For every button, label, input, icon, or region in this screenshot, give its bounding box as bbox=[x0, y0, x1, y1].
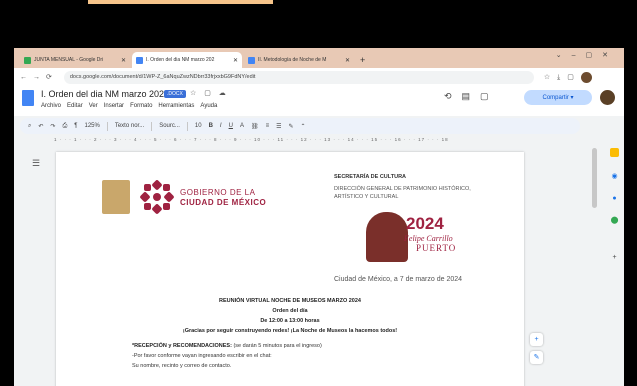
doc-title[interactable]: I. Orden del dia NM marzo 2024 bbox=[41, 89, 169, 99]
menu-formato[interactable]: Formato bbox=[130, 103, 152, 109]
suggest-edit-icon[interactable]: ✎ bbox=[530, 351, 543, 364]
underline-icon[interactable]: U bbox=[229, 123, 233, 129]
window-controls[interactable]: ⌄–▢✕ bbox=[556, 51, 618, 59]
docs-logo-icon[interactable] bbox=[22, 90, 34, 106]
browser-actions[interactable]: ☆⤓▢ bbox=[544, 73, 581, 82]
search-icon[interactable]: ⌕ bbox=[28, 123, 31, 130]
body-chat: -Por favor conforme vayan ingresando esc… bbox=[132, 353, 272, 359]
top-strip bbox=[88, 0, 273, 4]
ruler[interactable]: 1 · · · 1 · · · 2 · · · 3 · · · 4 · · · … bbox=[54, 137, 534, 147]
menu-archivo[interactable]: Archivo bbox=[41, 103, 61, 109]
scrollbar[interactable] bbox=[592, 148, 597, 208]
drive-icon bbox=[24, 56, 31, 64]
text-color-icon[interactable]: A bbox=[240, 123, 244, 129]
recepcion-bold: *RECEPCIÓN y RECOMENDACIONES: bbox=[132, 343, 232, 349]
style-select[interactable]: Texto nor... bbox=[115, 123, 144, 129]
heading-reunion: REUNIÓN VIRTUAL NOCHE DE MUSEOS MARZO 20… bbox=[218, 298, 361, 304]
paint-format-icon[interactable]: ¶ bbox=[74, 123, 77, 129]
profile-avatar[interactable] bbox=[580, 71, 592, 83]
tab-label: JUNTA MENSUAL - Google Dri bbox=[34, 57, 104, 63]
header-actions[interactable]: ⟲▤▢ bbox=[444, 91, 499, 102]
close-icon[interactable]: ✕ bbox=[342, 57, 350, 64]
tab-strip: JUNTA MENSUAL - Google Dri ✕ I. Orden de… bbox=[14, 48, 624, 68]
recepcion-rest: (se darán 5 minutos para el ingreso) bbox=[231, 343, 322, 349]
format-toolbar: ⌕ ↶ ↷ ⎙ ¶ 125% Texto nor... Sourc... 10 … bbox=[20, 118, 580, 134]
gobierno-line2: CIUDAD DE MÉXICO bbox=[180, 198, 267, 207]
docx-badge: .DOCX bbox=[164, 90, 186, 98]
address-bar: ←→⟳ docs.google.com/document/d/1WP-Z_6aN… bbox=[14, 68, 624, 86]
felipe-text: Felipe Carrillo bbox=[404, 234, 453, 243]
docs-icon bbox=[136, 56, 143, 64]
body-nombre: Su nombre, recinto y correo de contacto. bbox=[132, 363, 232, 369]
tab-metodologia[interactable]: II. Metodología de Noche de M ✕ bbox=[244, 52, 354, 68]
tasks-icon[interactable]: ◉ bbox=[610, 172, 619, 181]
collapse-icon[interactable]: ⌃ bbox=[301, 123, 306, 130]
undo-icon[interactable]: ↶ bbox=[38, 123, 43, 130]
keep-icon[interactable] bbox=[610, 148, 619, 157]
heading-gracias: ¡Gracias por seguir construyendo redes! … bbox=[182, 328, 398, 334]
title-icons[interactable]: ☆ ▢ ☁ bbox=[190, 89, 229, 97]
close-icon[interactable]: ✕ bbox=[118, 57, 126, 64]
cdmx-flower-logo bbox=[140, 180, 174, 214]
nav-buttons[interactable]: ←→⟳ bbox=[20, 73, 58, 81]
zoom-select[interactable]: 125% bbox=[84, 123, 99, 129]
divider bbox=[151, 121, 153, 131]
menu-ver[interactable]: Ver bbox=[89, 103, 98, 109]
add-comment-icon[interactable]: + bbox=[530, 333, 543, 346]
tab-label: II. Metodología de Noche de M bbox=[258, 57, 327, 63]
user-avatar[interactable] bbox=[600, 90, 615, 105]
list-icon[interactable]: ☰ bbox=[276, 123, 281, 130]
link-icon[interactable]: ⛓ bbox=[251, 123, 259, 130]
browser-window: JUNTA MENSUAL - Google Dri ✕ I. Orden de… bbox=[14, 48, 624, 386]
font-select[interactable]: Sourc... bbox=[159, 123, 180, 129]
url-text: docs.google.com/document/d/1WP-Z_6aNquZw… bbox=[69, 74, 256, 80]
menu-ayuda[interactable]: Ayuda bbox=[200, 103, 217, 109]
contacts-icon[interactable]: ● bbox=[610, 194, 619, 203]
get-addons-icon[interactable]: + bbox=[610, 253, 619, 262]
heading-orden: Orden del día bbox=[272, 308, 308, 314]
document-page[interactable]: GOBIERNO DE LA CIUDAD DE MÉXICO SECRETAR… bbox=[56, 152, 524, 386]
side-panel: ◉ ● ⬤ + bbox=[606, 138, 624, 386]
document-date: Ciudad de México, a 7 de marzo de 2024 bbox=[334, 276, 463, 283]
secretaria-label: SECRETARÍA DE CULTURA bbox=[334, 174, 407, 180]
bold-icon[interactable]: B bbox=[209, 123, 213, 129]
tab-label: I. Orden del dia NM marzo 202 bbox=[146, 57, 215, 63]
felipe-carrillo-portrait bbox=[366, 212, 408, 262]
docs-icon bbox=[248, 56, 255, 64]
url-field[interactable]: docs.google.com/document/d/1WP-Z_6aNquZw… bbox=[63, 70, 534, 84]
gobierno-line1: GOBIERNO DE LA bbox=[180, 188, 256, 197]
share-label: Compartir bbox=[542, 94, 569, 101]
cdmx-shield-logo bbox=[102, 180, 130, 214]
divider bbox=[186, 121, 188, 131]
share-button[interactable]: Compartir ▾ bbox=[524, 90, 592, 105]
close-icon[interactable]: ✕ bbox=[230, 57, 238, 64]
tab-orden-del-dia[interactable]: I. Orden del dia NM marzo 202 ✕ bbox=[132, 52, 242, 68]
heading-horario: De 12:00 a 13:00 horas bbox=[260, 318, 320, 324]
puerto-text: PUERTO bbox=[416, 243, 457, 253]
menu-bar: Archivo Editar Ver Insertar Formato Herr… bbox=[41, 103, 217, 109]
outline-icon[interactable]: ☰ bbox=[32, 158, 40, 169]
menu-editar[interactable]: Editar bbox=[67, 103, 83, 109]
docs-header: I. Orden del dia NM marzo 2024 .DOCX ☆ ▢… bbox=[14, 86, 624, 116]
redo-icon[interactable]: ↷ bbox=[50, 123, 55, 130]
edit-mode-icon[interactable]: ✎ bbox=[288, 123, 293, 130]
divider bbox=[106, 121, 108, 131]
align-icon[interactable]: ≡ bbox=[266, 123, 270, 129]
tab-junta-mensual[interactable]: JUNTA MENSUAL - Google Dri ✕ bbox=[20, 52, 130, 68]
maps-icon[interactable]: ⬤ bbox=[610, 216, 619, 225]
font-size-input[interactable]: 10 bbox=[195, 123, 202, 129]
year-logo-text: 2024 bbox=[406, 214, 444, 233]
top-black-bar bbox=[0, 0, 637, 48]
body-recepcion: *RECEPCIÓN y RECOMENDACIONES: (se darán … bbox=[132, 343, 322, 349]
new-tab-icon[interactable]: + bbox=[360, 52, 365, 68]
menu-insertar[interactable]: Insertar bbox=[104, 103, 124, 109]
italic-icon[interactable]: I bbox=[220, 123, 222, 129]
menu-herramientas[interactable]: Herramientas bbox=[158, 103, 194, 109]
print-icon[interactable]: ⎙ bbox=[62, 123, 67, 130]
direccion-label: DIRECCIÓN GENERAL DE PATRIMONIO HISTÓRIC… bbox=[334, 186, 471, 200]
